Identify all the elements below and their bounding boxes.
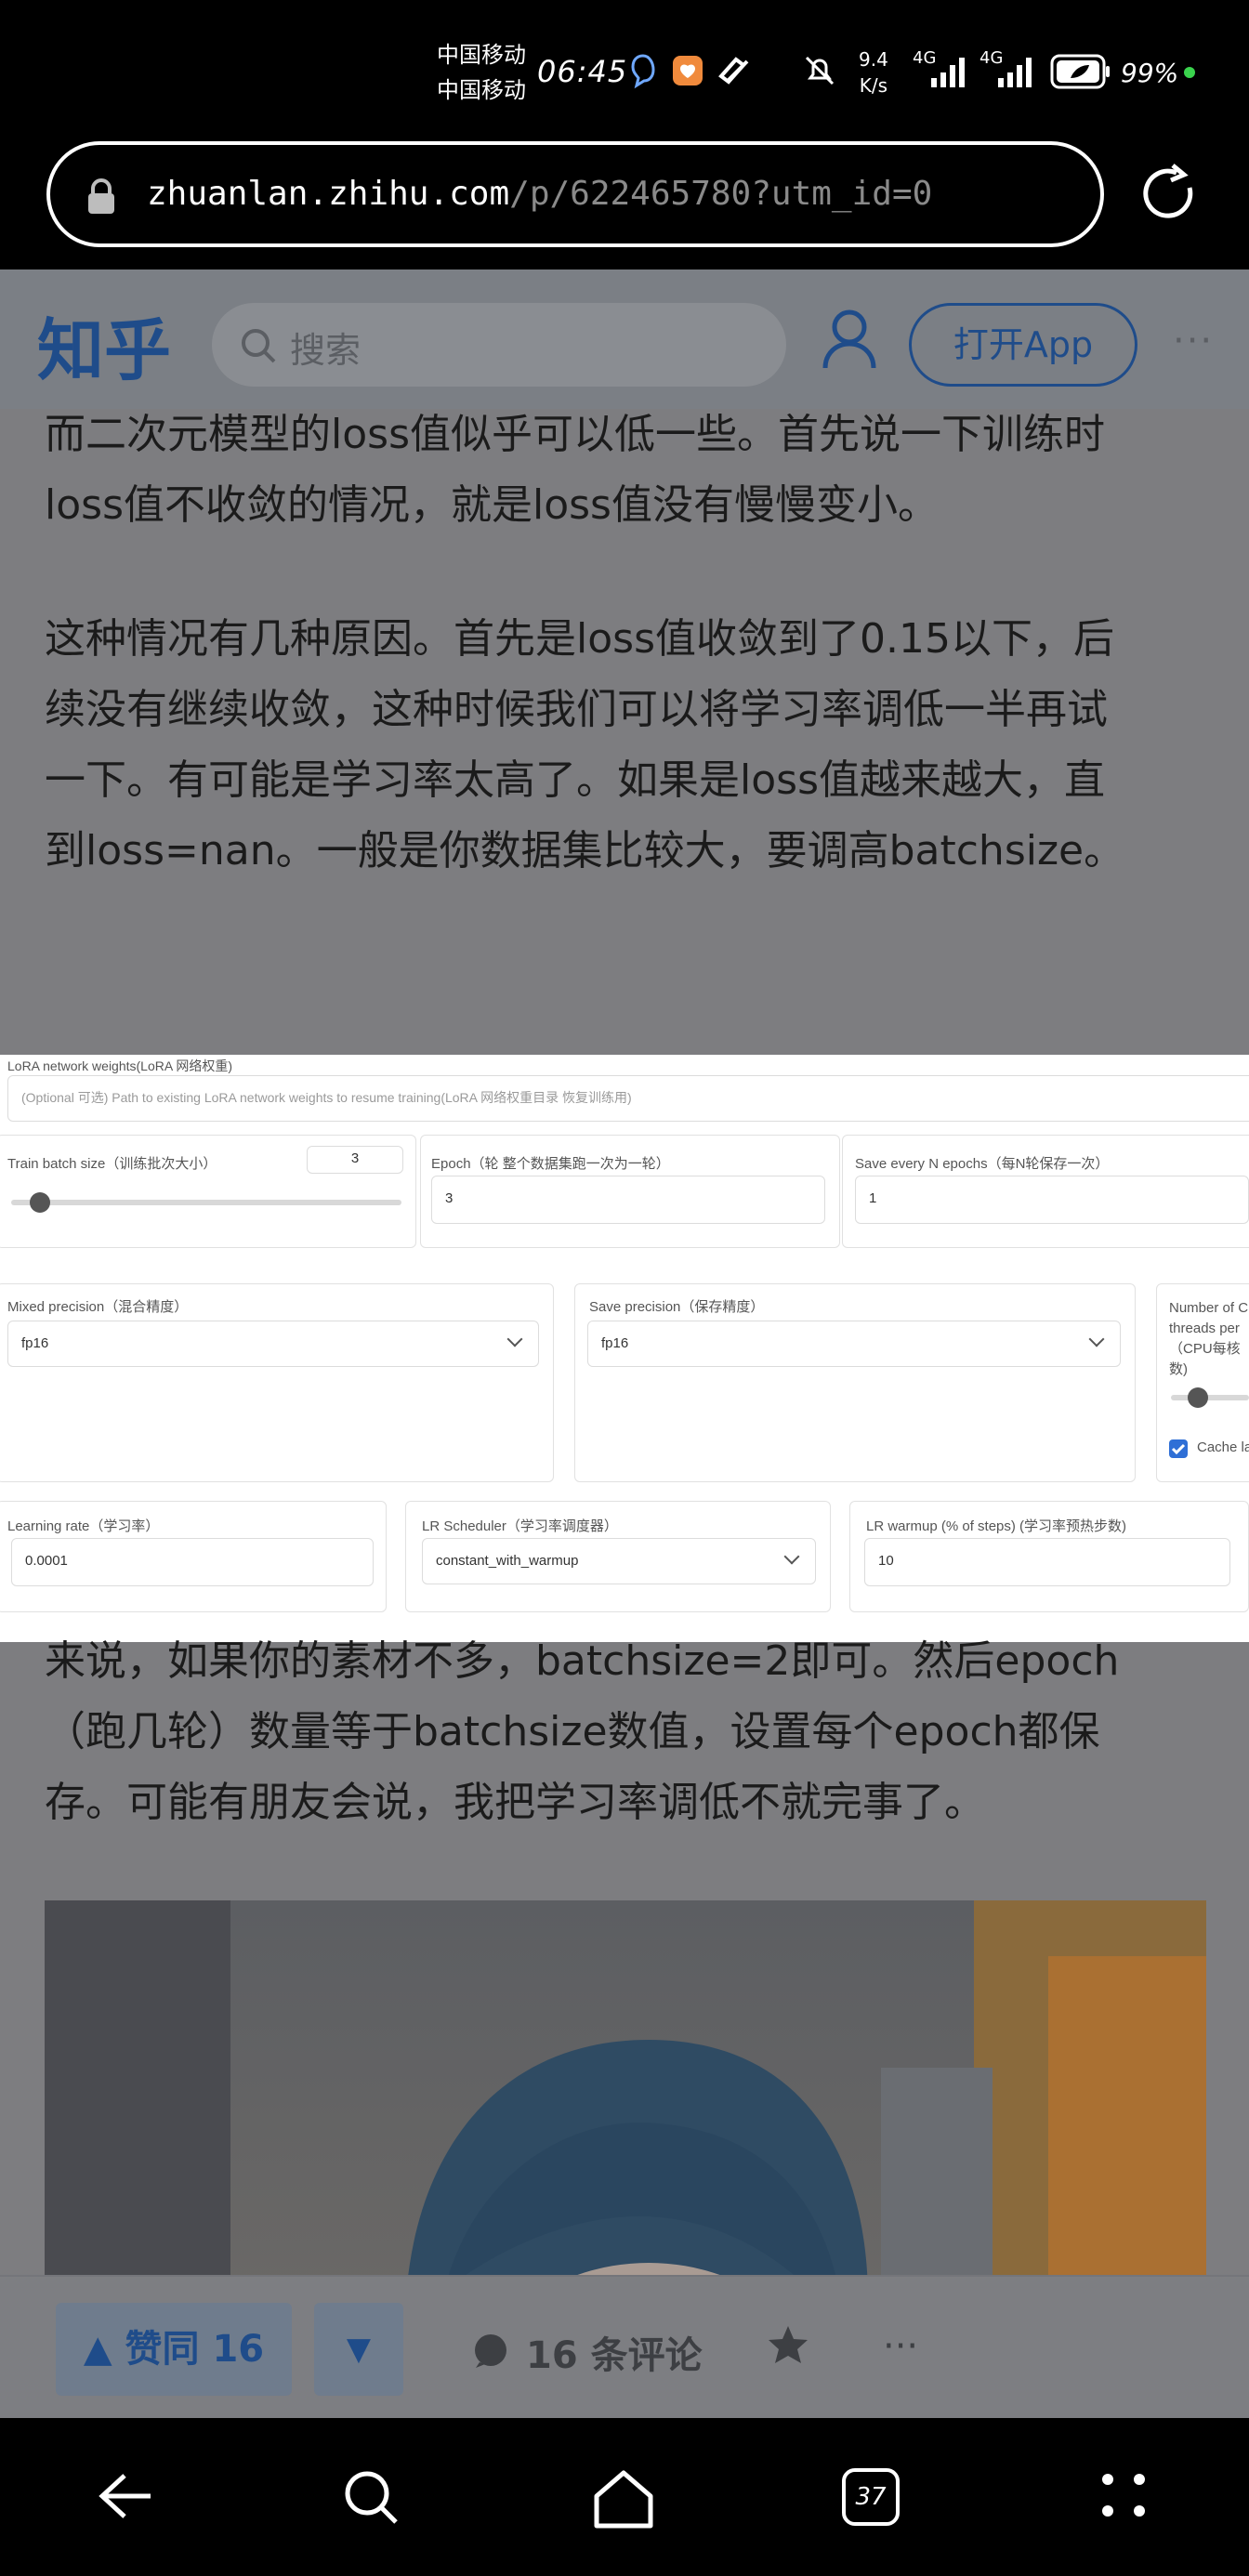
lr-warmup-label: LR warmup (% of steps) (学习率预热步数) — [866, 1518, 1127, 1534]
lr-scheduler-label: LR Scheduler（学习率调度器） — [422, 1518, 618, 1534]
user-icon[interactable] — [820, 307, 879, 372]
more-actions-icon[interactable]: ··· — [883, 2325, 918, 2368]
menu-dots-icon[interactable] — [1097, 2468, 1152, 2524]
carrier-2: 中国移动 — [437, 77, 526, 103]
save-every-input[interactable]: 1 — [855, 1176, 1249, 1224]
signal-1-icon — [931, 58, 965, 87]
article-paragraph-3: 来说，如果你的素材不多，batchsize=2即可。然后epoch （跑几轮）数… — [45, 1637, 1120, 1826]
threads-slider[interactable] — [1171, 1395, 1249, 1400]
back-icon[interactable] — [93, 2468, 158, 2524]
lora-weights-input[interactable]: (Optional 可选) Path to existing LoRA netw… — [7, 1075, 1249, 1122]
tabs-button[interactable]: 37 — [842, 2468, 900, 2526]
checkmark-icon — [1171, 1443, 1186, 1455]
comment-icon — [475, 2334, 506, 2368]
upvote-button[interactable]: ▲ 赞同 16 — [56, 2303, 292, 2396]
article-action-bar: ▲ 赞同 16 ▼ 16 条评论 ··· — [0, 2275, 1249, 2418]
lock-icon — [88, 178, 114, 214]
threads-slider-knob[interactable] — [1188, 1387, 1208, 1408]
search-placeholder: 搜索 — [290, 330, 362, 371]
learning-rate-input[interactable]: 0.0001 — [11, 1538, 374, 1586]
site-header: 知乎 搜索 打开App ··· — [0, 269, 1249, 409]
train-batch-label: Train batch size（训练批次大小） — [7, 1156, 217, 1172]
status-time: 06:45 — [537, 54, 628, 89]
article-paragraph-2: 这种情况有几种原因。首先是loss值收敛到了0.15以下，后 续没有继续收敛，这… — [45, 615, 1125, 874]
battery-level: 99% — [1121, 58, 1179, 88]
train-batch-number[interactable]: 3 — [307, 1146, 403, 1174]
cache-label: Cache la — [1197, 1439, 1249, 1455]
article-paragraph-1: 而二次元模型的loss值似乎可以低一些。首先说一下训练时 loss值不收敛的情况… — [45, 411, 1105, 529]
zhihu-logo[interactable]: 知乎 — [37, 296, 171, 393]
lr-scheduler-select[interactable]: constant_with_warmup — [422, 1538, 816, 1584]
reload-icon[interactable] — [1136, 160, 1203, 227]
signal-2-icon — [998, 58, 1032, 87]
downvote-button[interactable]: ▼ — [314, 2303, 403, 2396]
app-notification-icon — [673, 56, 703, 85]
carrier-labels: 中国移动 中国移动 — [437, 37, 526, 108]
save-every-label: Save every N epochs（每N轮保存一次） — [855, 1156, 1110, 1172]
lr-warmup-input[interactable]: 10 — [864, 1538, 1230, 1586]
learning-rate-label: Learning rate（学习率） — [7, 1518, 160, 1534]
home-icon[interactable] — [591, 2468, 656, 2530]
threads-label: Number of C threads per （CPU每核 数) — [1169, 1300, 1249, 1377]
battery-icon — [1050, 54, 1110, 89]
charging-dot — [1184, 67, 1195, 78]
search-icon — [242, 329, 276, 363]
save-precision-select[interactable]: fp16 — [587, 1321, 1121, 1367]
app-notification-icon-2 — [718, 57, 749, 85]
url-text[interactable]: zhuanlan.zhihu.com/p/622465780?utm_id=0 — [147, 175, 932, 213]
search-icon[interactable] — [342, 2468, 401, 2528]
url-path: /p/622465780?utm_id=0 — [509, 175, 933, 213]
star-icon[interactable] — [766, 2323, 810, 2368]
net-speed: 9.4 K/s — [859, 48, 888, 97]
search-input[interactable]: 搜索 — [212, 303, 786, 387]
cache-checkbox[interactable] — [1169, 1439, 1188, 1458]
mixed-precision-select[interactable]: fp16 — [7, 1321, 539, 1367]
epoch-input[interactable]: 3 — [431, 1176, 825, 1224]
open-app-button[interactable]: 打开App — [909, 303, 1137, 387]
system-nav-bar: 37 — [0, 2418, 1249, 2576]
train-batch-slider-knob[interactable] — [29, 1192, 50, 1213]
assistant-icon — [631, 54, 655, 89]
status-bar: 中国移动 中国移动 06:45 9.4 K/s 4G 4G 99% — [0, 0, 1249, 139]
address-bar[interactable]: zhuanlan.zhihu.com/p/622465780?utm_id=0 — [46, 141, 1104, 247]
mute-icon — [805, 56, 835, 85]
comments-button[interactable]: 16 条评论 — [526, 2325, 703, 2379]
epoch-label: Epoch（轮 整个数据集跑一次为一轮） — [431, 1156, 670, 1172]
url-host: zhuanlan.zhihu.com — [147, 175, 510, 213]
training-settings-screenshot[interactable]: LoRA network weights(LoRA 网络权重) (Optiona… — [0, 1055, 1249, 1642]
lora-weights-label: LoRA network weights(LoRA 网络权重) — [7, 1058, 232, 1073]
save-precision-label: Save precision（保存精度） — [589, 1299, 765, 1315]
web-page: 知乎 搜索 打开App ··· 而二次元模型的loss值似乎可以低一些。首先说一… — [0, 269, 1249, 2418]
mixed-precision-label: Mixed precision（混合精度） — [7, 1299, 189, 1315]
more-menu-icon[interactable]: ··· — [1173, 320, 1214, 362]
train-batch-slider[interactable] — [11, 1200, 401, 1205]
carrier-1: 中国移动 — [437, 42, 526, 68]
